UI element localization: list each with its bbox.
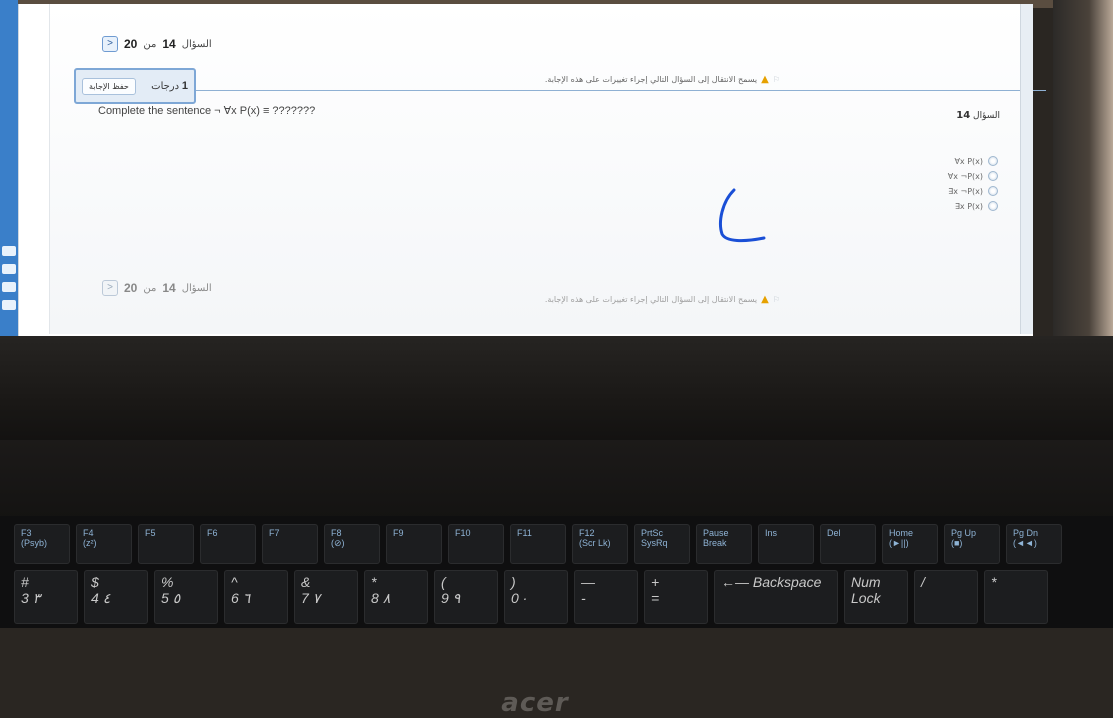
warning-text: يسمح الانتقال إلى السؤال التالي إجراء تغ… xyxy=(544,75,758,84)
key-home[interactable]: Home (►||) xyxy=(882,524,938,564)
choice-3-label: ∃x ¬P(x) xyxy=(948,186,983,196)
question-nav-bottom: السؤال 14 من 20 < xyxy=(102,280,212,296)
nav-current: 14 xyxy=(162,37,176,51)
key-0[interactable]: #3 ٣ xyxy=(14,570,78,624)
laptop-bezel-bottom: acer xyxy=(0,336,1113,718)
choice-1[interactable]: ∀x P(x) xyxy=(954,156,998,166)
key-prtsc[interactable]: PrtSc SysRq xyxy=(634,524,690,564)
quiz-page: السؤال 14 من 20 < 1 درجات حفظ الإجابة ⚐ … xyxy=(49,4,1046,334)
key-8[interactable]: — - xyxy=(574,570,638,624)
key-pg-dn[interactable]: Pg Dn (◄◄) xyxy=(1006,524,1062,564)
question-number: 14 xyxy=(956,110,971,121)
tray-icon xyxy=(2,282,16,292)
key-pg-up[interactable]: Pg Up (■) xyxy=(944,524,1000,564)
key-ins[interactable]: Ins xyxy=(758,524,814,564)
choice-2-label: ∀x ¬P(x) xyxy=(947,171,983,181)
nav-bottom-of: من xyxy=(143,282,157,294)
key-6[interactable]: (9 ٩ xyxy=(434,570,498,624)
nav-prefix: السؤال xyxy=(181,38,212,50)
choice-4[interactable]: ∃x P(x) xyxy=(955,201,998,211)
key-f4[interactable]: F4 (z²) xyxy=(76,524,132,564)
choice-1-radio[interactable] xyxy=(988,156,998,166)
browser-viewport: السؤال 14 من 20 < 1 درجات حفظ الإجابة ⚐ … xyxy=(18,4,1046,336)
key-1[interactable]: $4 ٤ xyxy=(84,570,148,624)
key-5[interactable]: * 8 ٨ xyxy=(364,570,428,624)
key-f5[interactable]: F5 xyxy=(138,524,194,564)
page-scrollbar[interactable] xyxy=(1020,4,1033,334)
key-pause[interactable]: Pause Break xyxy=(696,524,752,564)
key-f8[interactable]: F8 (⊘) xyxy=(324,524,380,564)
grade-unit: درجات xyxy=(151,81,180,92)
laptop-hinge xyxy=(0,440,1113,520)
nav-bottom-total: 20 xyxy=(124,281,138,295)
choice-1-label: ∀x P(x) xyxy=(954,156,983,166)
key-f11[interactable]: F11 xyxy=(510,524,566,564)
key-10[interactable]: ←— Backspace xyxy=(714,570,838,624)
grade-label: 1 درجات xyxy=(151,80,188,92)
warning-message-top: ⚐ ▲ يسمح الانتقال إلى السؤال التالي إجرا… xyxy=(545,74,780,85)
pen-annotation xyxy=(719,188,766,243)
grade-panel: 1 درجات حفظ الإجابة xyxy=(74,68,196,104)
tray-icon xyxy=(2,300,16,310)
question-divider xyxy=(196,90,1046,91)
key-f10[interactable]: F10 xyxy=(448,524,504,564)
question-text: Complete the sentence ¬ ∀x P(x) ≡ ??????… xyxy=(98,105,316,117)
prev-question-button-bottom[interactable]: < xyxy=(102,280,118,296)
keyboard: F3 (Psyb) F4 (z²) F5 F6 F7 F8 (⊘) F9 F10 F11 F12 (Scr… xyxy=(0,516,1113,628)
flag-icon[interactable]: ⚐ xyxy=(773,75,780,84)
key-12[interactable]: / xyxy=(914,570,978,624)
tray-icon xyxy=(2,246,16,256)
save-answer-button[interactable]: حفظ الإجابة xyxy=(82,77,136,95)
key-f3[interactable]: F3 (Psyb) xyxy=(14,524,70,564)
question-label: السؤال xyxy=(973,111,1000,121)
question-nav-top: السؤال 14 من 20 < xyxy=(102,36,212,52)
key-4[interactable]: & 7 ٧ xyxy=(294,570,358,624)
warning-message-bottom: ⚐ ▲ يسمح الانتقال إلى السؤال التالي إجرا… xyxy=(545,294,780,305)
flag-icon-bottom[interactable]: ⚐ xyxy=(773,295,780,304)
nav-of: من xyxy=(143,38,157,50)
question-number-label: السؤال 14 xyxy=(956,110,1000,121)
key-f6[interactable]: F6 xyxy=(200,524,256,564)
nav-bottom-current: 14 xyxy=(162,281,176,295)
prev-question-button[interactable]: < xyxy=(102,36,118,52)
key-9[interactable]: + = xyxy=(644,570,708,624)
nav-total: 20 xyxy=(124,37,138,51)
key-11[interactable]: Num Lock xyxy=(844,570,908,624)
key-13[interactable]: * xyxy=(984,570,1048,624)
key-3[interactable]: ^ 6 ٦ xyxy=(224,570,288,624)
key-2[interactable]: % 5 ٥ xyxy=(154,570,218,624)
answer-choices: ∀x P(x) ∀x ¬P(x) ∃x ¬P(x) ∃x P(x) xyxy=(948,156,998,211)
key-del[interactable]: Del xyxy=(820,524,876,564)
choice-2[interactable]: ∀x ¬P(x) xyxy=(948,171,998,181)
warning-icon-bottom: ▲ xyxy=(761,294,769,305)
key-f7[interactable]: F7 xyxy=(262,524,318,564)
grade-value: 1 xyxy=(181,80,188,92)
key-f9[interactable]: F9 xyxy=(386,524,442,564)
key-f12[interactable]: F12 (Scr Lk) xyxy=(572,524,628,564)
brand-logo: acer xyxy=(501,688,569,718)
nav-bottom-prefix: السؤال xyxy=(181,282,212,294)
choice-4-radio[interactable] xyxy=(988,201,998,211)
warning-icon: ▲ xyxy=(761,74,769,85)
taskbar-left xyxy=(0,0,18,340)
choice-4-label: ∃x P(x) xyxy=(954,201,983,211)
key-7[interactable]: ) 0 · xyxy=(504,570,568,624)
choice-2-radio[interactable] xyxy=(988,171,998,181)
tray-icon xyxy=(2,264,16,274)
choice-3-radio[interactable] xyxy=(988,186,998,196)
warning-text-bottom: يسمح الانتقال إلى السؤال التالي إجراء تغ… xyxy=(544,295,758,304)
choice-3[interactable]: ∃x ¬P(x) xyxy=(948,186,998,196)
